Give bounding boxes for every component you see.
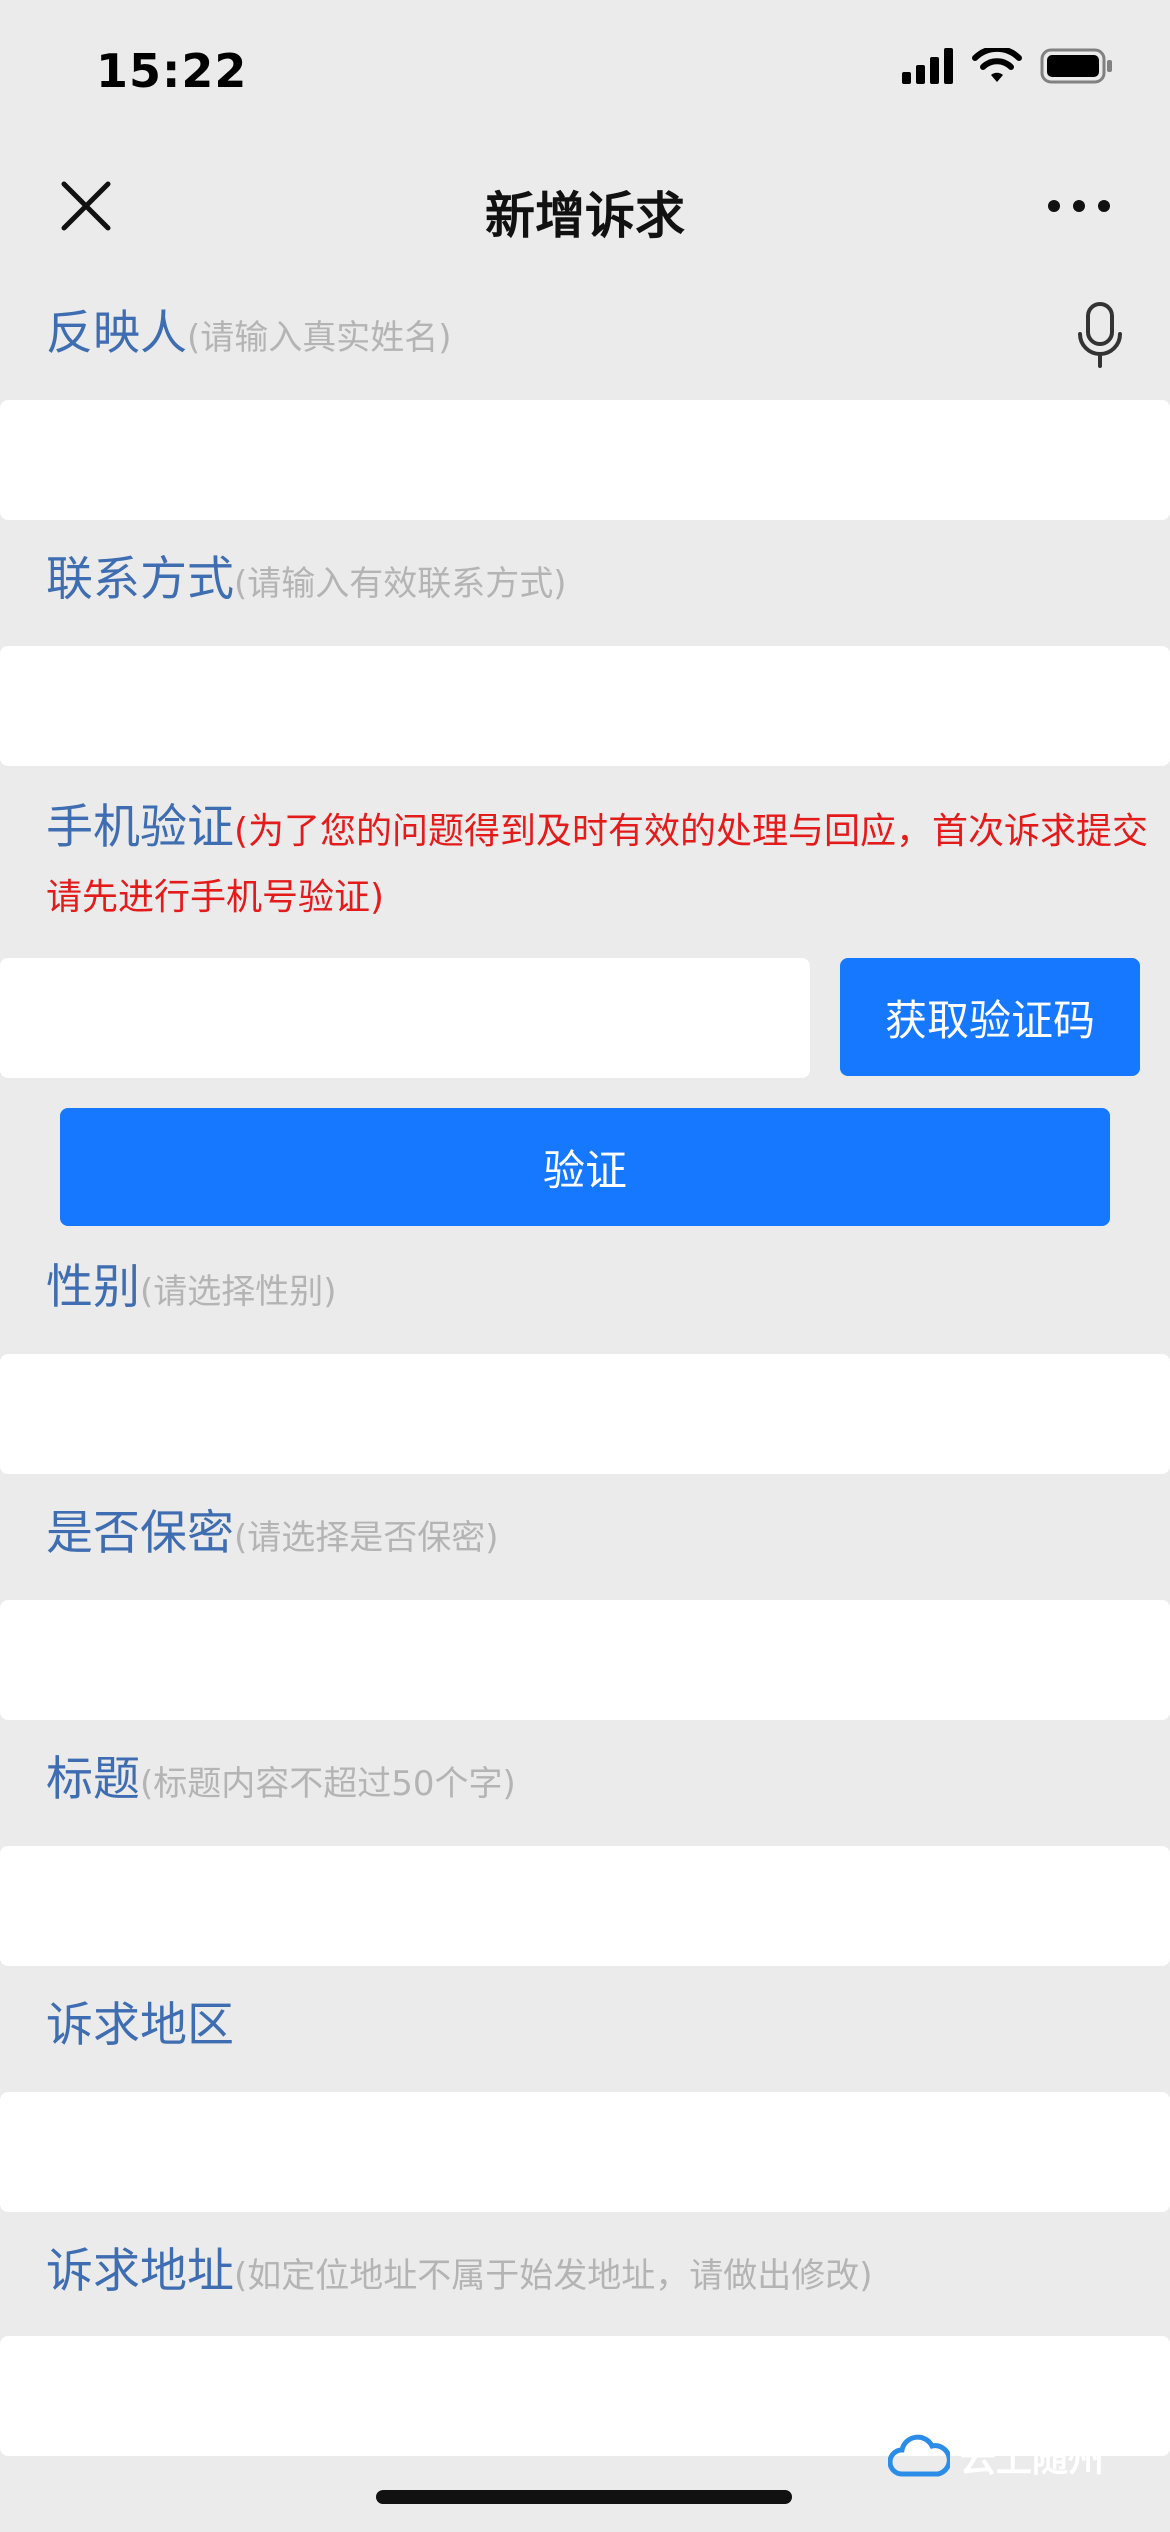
more-button[interactable] <box>1044 176 1114 236</box>
get-code-button[interactable]: 获取验证码 <box>840 958 1140 1076</box>
watermark: 云上随州 <box>888 2430 1104 2482</box>
contact-hint: (请输入有效联系方式) <box>234 564 567 604</box>
gender-select[interactable] <box>0 1354 1170 1474</box>
more-icon <box>1048 200 1110 212</box>
microphone-icon <box>1078 302 1122 368</box>
confidential-label: 是否保密(请选择是否保密) <box>46 1502 1124 1570</box>
title-hint: (标题内容不超过50个字) <box>140 1764 516 1804</box>
cloud-logo-icon <box>888 2434 950 2477</box>
status-bar: 15:22 <box>0 0 1170 150</box>
confidential-hint: (请选择是否保密) <box>234 1518 499 1558</box>
gender-hint: (请选择性别) <box>140 1272 337 1312</box>
battery-icon <box>1040 48 1112 84</box>
voice-input-button[interactable] <box>1076 300 1124 372</box>
contact-input[interactable] <box>0 646 1170 766</box>
verify-button[interactable]: 验证 <box>60 1108 1110 1226</box>
page-title: 新增诉求 <box>485 187 685 245</box>
region-label: 诉求地区 <box>46 1994 1124 2058</box>
title-label: 标题(标题内容不超过50个字) <box>46 1748 1124 1816</box>
name-hint: (请输入真实姓名) <box>187 318 452 358</box>
region-label-text: 诉求地区 <box>46 1998 234 2053</box>
title-input[interactable] <box>0 1846 1170 1966</box>
name-label: 反映人(请输入真实姓名) <box>46 302 1124 370</box>
home-indicator <box>376 2490 792 2504</box>
contact-label-text: 联系方式 <box>46 552 234 607</box>
name-label-text: 反映人 <box>46 306 187 361</box>
phone-verify-hint-line2: 请先进行手机号验证) <box>46 877 385 918</box>
phone-verify-hint-line1: (为了您的问题得到及时有效的处理与回应，首次诉求提交 <box>234 811 1149 852</box>
contact-label: 联系方式(请输入有效联系方式) <box>46 548 1124 616</box>
status-icons <box>902 48 1114 84</box>
phone-verify-hint-row: 请先进行手机号验证) <box>46 862 1124 930</box>
confidential-select[interactable] <box>0 1600 1170 1720</box>
phone-verify-label: 手机验证(为了您的问题得到及时有效的处理与回应，首次诉求提交 <box>46 796 1150 864</box>
status-time: 15:22 <box>96 44 248 98</box>
phone-verify-label-text: 手机验证 <box>46 800 234 855</box>
phone-code-input[interactable] <box>0 958 810 1078</box>
name-input[interactable] <box>0 400 1170 520</box>
title-label-text: 标题 <box>46 1752 140 1807</box>
wifi-icon <box>972 48 1022 82</box>
cellular-signal-icon <box>902 48 953 84</box>
address-label: 诉求地址(如定位地址不属于始发地址，请做出修改) <box>46 2240 1124 2308</box>
region-select[interactable] <box>0 2092 1170 2212</box>
navigation-bar: 新增诉求 <box>0 150 1170 274</box>
gender-label: 性别(请选择性别) <box>46 1256 1124 1324</box>
address-label-text: 诉求地址 <box>46 2244 234 2299</box>
watermark-text: 云上随州 <box>960 2439 1105 2480</box>
address-hint: (如定位地址不属于始发地址，请做出修改) <box>234 2256 873 2296</box>
gender-label-text: 性别 <box>46 1260 140 1315</box>
confidential-label-text: 是否保密 <box>46 1506 234 1561</box>
